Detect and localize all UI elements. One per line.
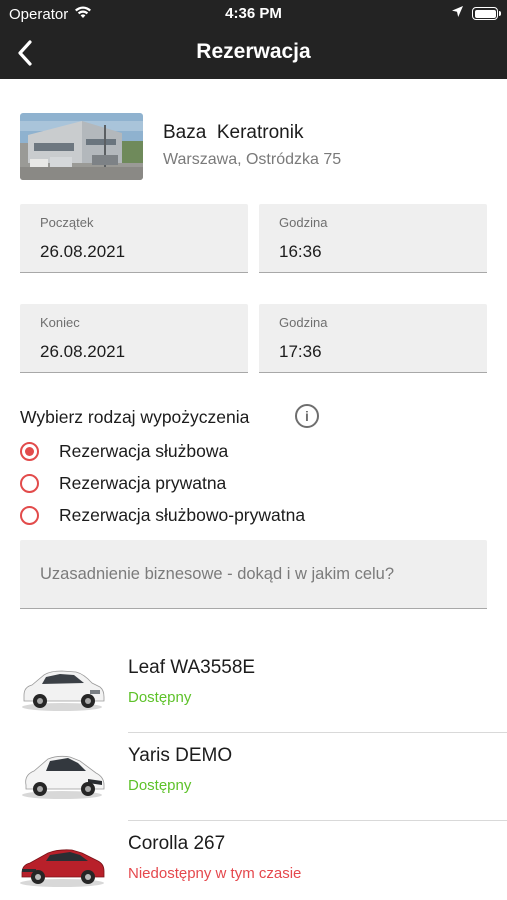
battery-icon [472, 7, 501, 20]
start-date-value: 26.08.2021 [40, 242, 126, 261]
end-date-value: 26.08.2021 [40, 342, 126, 361]
radio-label: Rezerwacja służbowo-prywatna [59, 504, 306, 525]
start-time-field[interactable]: Godzina 16:36 [259, 204, 487, 273]
car-status: Dostępny [128, 777, 192, 794]
car-status: Niedostępny w tym czasie [128, 865, 302, 882]
start-time-value: 16:36 [279, 242, 322, 261]
radio-button-icon [20, 441, 39, 461]
car-image [20, 849, 105, 887]
justification-input[interactable]: Uzasadnienie biznesowe - dokąd i w jakim… [20, 540, 487, 609]
location-photo [20, 113, 143, 180]
end-date-label: Koniec [40, 315, 80, 330]
radio-button-icon [20, 473, 39, 493]
radio-label: Rezerwacja służbowa [59, 440, 229, 461]
navigation-bar: Rezerwacja [0, 28, 507, 79]
location-arrow-icon [451, 5, 464, 22]
info-icon[interactable]: i [295, 404, 319, 428]
clock: 4:36 PM [225, 5, 282, 22]
end-time-field[interactable]: Godzina 17:36 [259, 304, 487, 373]
location-name: Baza Keratronik [163, 122, 304, 143]
car-status: Dostępny [128, 689, 192, 706]
radio-button-icon [20, 505, 39, 525]
location-address: Warszawa, Ostródzka 75 [163, 151, 342, 168]
justification-placeholder: Uzasadnienie biznesowe - dokąd i w jakim… [40, 565, 395, 583]
car-name: Corolla 267 [128, 833, 226, 854]
radio-option-mixed[interactable]: Rezerwacja służbowo-prywatna [20, 501, 420, 529]
status-bar: Operator 4:36 PM [0, 0, 507, 28]
top-bar: Operator 4:36 PM Rezerwacja [0, 0, 507, 79]
car-name: Leaf WA3558E [128, 657, 256, 678]
car-image [22, 670, 105, 711]
start-date-label: Początek [40, 215, 94, 230]
car-list-item[interactable]: Corolla 267 Niedostępny w tym czasie [0, 821, 507, 900]
start-date-field[interactable]: Początek 26.08.2021 [20, 204, 248, 273]
end-date-field[interactable]: Koniec 26.08.2021 [20, 304, 248, 373]
start-time-label: Godzina [279, 215, 328, 230]
page-title: Rezerwacja [196, 40, 311, 63]
car-list-item[interactable]: Leaf WA3558E Dostępny [0, 645, 507, 733]
car-image [22, 755, 105, 799]
radio-label: Rezerwacja prywatna [59, 472, 227, 493]
status-right [451, 5, 501, 22]
rental-type-title: Wybierz rodzaj wypożyczenia [20, 407, 250, 427]
end-time-value: 17:36 [279, 342, 322, 361]
location-card: Baza Keratronik Warszawa, Ostródzka 75 [20, 113, 487, 181]
car-list-item[interactable]: Yaris DEMO Dostępny [0, 733, 507, 821]
radio-option-business[interactable]: Rezerwacja służbowa [20, 437, 420, 465]
end-time-label: Godzina [279, 315, 328, 330]
radio-option-private[interactable]: Rezerwacja prywatna [20, 469, 420, 497]
car-name: Yaris DEMO [128, 745, 233, 766]
